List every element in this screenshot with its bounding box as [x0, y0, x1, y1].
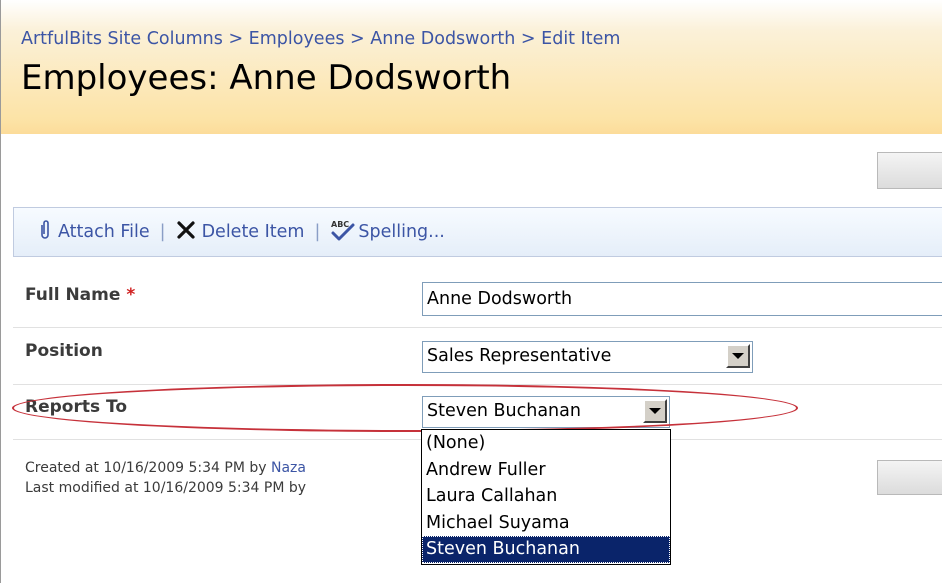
toolbar: Attach File | Delete Item | ABC Spelling…: [13, 207, 942, 257]
breadcrumb-separator: >: [228, 29, 249, 49]
created-info: Created at 10/16/2009 5:34 PM by Naza: [25, 460, 306, 476]
breadcrumb-separator: >: [520, 29, 542, 49]
svg-text:ABC: ABC: [331, 220, 349, 229]
bottom-action-button[interactable]: [877, 460, 942, 495]
reports-to-dropdown-list: (None) Andrew Fuller Laura Callahan Mich…: [421, 429, 671, 565]
breadcrumb: ArtfulBits Site Columns > Employees > An…: [21, 29, 620, 49]
spelling-label: Spelling...: [358, 222, 445, 242]
attach-file-button[interactable]: Attach File: [38, 219, 150, 246]
spelling-button[interactable]: ABC Spelling...: [330, 218, 444, 247]
full-name-field[interactable]: Anne Dodsworth: [422, 282, 942, 316]
dropdown-option[interactable]: Laura Callahan: [422, 483, 670, 510]
item-metadata: Created at 10/16/2009 5:34 PM by Naza La…: [25, 456, 423, 516]
breadcrumb-list[interactable]: Employees: [249, 29, 345, 49]
highlight-ellipse: [12, 384, 798, 432]
dropdown-option[interactable]: (None): [422, 430, 670, 457]
dropdown-option-selected[interactable]: Steven Buchanan: [422, 536, 670, 563]
spellcheck-icon: ABC: [330, 218, 356, 247]
delete-item-label: Delete Item: [201, 222, 305, 242]
top-action-button[interactable]: [877, 152, 942, 189]
breadcrumb-separator: >: [350, 29, 371, 49]
created-text: Created at 10/16/2009 5:34 PM by: [25, 460, 271, 476]
position-label: Position: [25, 341, 103, 361]
attach-file-label: Attach File: [58, 222, 150, 242]
chevron-down-icon[interactable]: [726, 344, 750, 368]
breadcrumb-current: Edit Item: [541, 29, 621, 49]
required-marker: *: [126, 285, 136, 305]
page-title: Employees: Anne Dodsworth: [21, 58, 512, 98]
delete-x-icon: [176, 220, 196, 245]
toolbar-separator: |: [159, 222, 166, 242]
full-name-label: Full Name *: [25, 285, 135, 305]
position-select-value: Sales Representative: [427, 346, 612, 366]
modified-info: Last modified at 10/16/2009 5:34 PM by: [25, 480, 307, 496]
full-name-label-text: Full Name: [25, 285, 121, 305]
toolbar-separator: |: [314, 222, 321, 242]
position-select[interactable]: Sales Representative: [422, 341, 753, 373]
paperclip-icon: [38, 219, 52, 246]
created-by-link[interactable]: Naza: [271, 460, 306, 476]
delete-item-button[interactable]: Delete Item: [176, 220, 305, 245]
dropdown-option[interactable]: Andrew Fuller: [422, 457, 670, 484]
dropdown-option[interactable]: Michael Suyama: [422, 510, 670, 537]
breadcrumb-item[interactable]: Anne Dodsworth: [370, 29, 515, 49]
breadcrumb-site[interactable]: ArtfulBits Site Columns: [21, 29, 223, 49]
